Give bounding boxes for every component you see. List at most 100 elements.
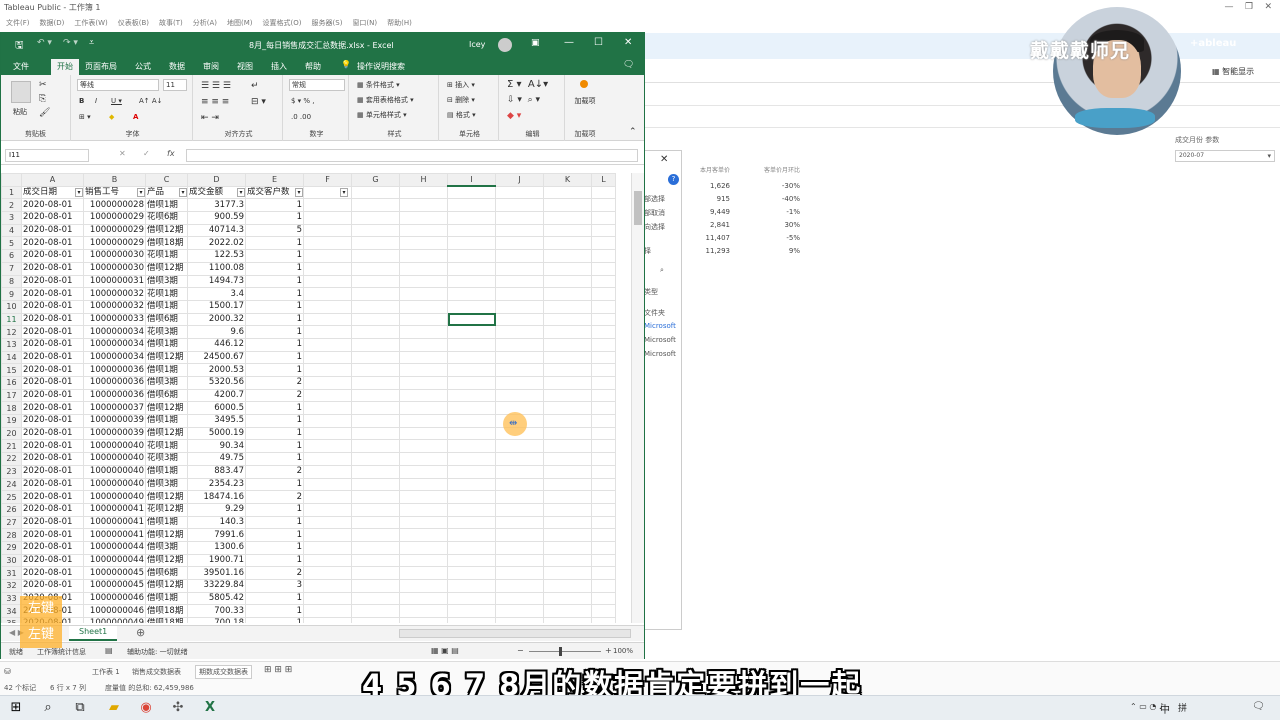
table-cell[interactable]: 2020-08-01	[21, 477, 84, 492]
row-header[interactable]: 20	[1, 426, 22, 441]
table-cell[interactable]: 花呗3期	[145, 452, 188, 466]
table-cell[interactable]: 1000000039	[83, 426, 146, 441]
table-cell[interactable]	[399, 261, 448, 276]
table-cell[interactable]: 1000000032	[83, 287, 146, 301]
notification-icon[interactable]: 🗨	[1252, 701, 1265, 712]
table-cell[interactable]	[351, 376, 400, 390]
table-cell[interactable]	[543, 211, 592, 225]
row-header[interactable]: 35	[1, 617, 22, 623]
table-cell[interactable]: 2020-08-01	[21, 287, 84, 301]
table-cell[interactable]	[351, 452, 400, 466]
table-cell[interactable]: 883.47	[187, 464, 246, 479]
table-cell[interactable]: 花呗1期	[145, 249, 188, 263]
table-cell[interactable]	[447, 540, 496, 555]
table-cell[interactable]: 借呗12期	[145, 490, 188, 504]
table-cell[interactable]	[351, 579, 400, 593]
table-cell[interactable]	[543, 198, 592, 213]
table-cell[interactable]	[495, 312, 544, 327]
table-cell[interactable]	[447, 426, 496, 441]
table-cell[interactable]	[543, 515, 592, 530]
record-macro-icon[interactable]: ▤	[105, 646, 113, 655]
table-cell[interactable]	[495, 502, 544, 517]
table-cell[interactable]: 900.59	[187, 211, 246, 225]
cell-style-button[interactable]: ▦ 单元格样式 ▾	[357, 110, 407, 120]
column-header[interactable]: E	[245, 173, 304, 187]
table-format-button[interactable]: ▦ 套用表格格式 ▾	[357, 95, 414, 105]
dialog-item[interactable]: Microsoft	[644, 322, 680, 330]
table-cell[interactable]: 借呗12期	[145, 350, 188, 365]
table-cell[interactable]	[399, 211, 448, 225]
table-cell[interactable]	[399, 337, 448, 352]
menu-item[interactable]: 故事(T)	[159, 19, 183, 27]
border-icon[interactable]: ⊞ ▾	[79, 113, 91, 121]
table-cell[interactable]	[447, 337, 496, 352]
table-cell[interactable]	[351, 401, 400, 416]
ribbon-tab[interactable]: 页面布局	[85, 61, 117, 72]
table-cell[interactable]	[447, 388, 496, 403]
table-cell[interactable]: 借呗18期	[145, 604, 188, 619]
table-cell[interactable]: 2020-08-01	[21, 325, 84, 339]
table-cell[interactable]: 1000000030	[83, 261, 146, 276]
table-cell[interactable]	[495, 591, 544, 606]
table-cell[interactable]	[543, 337, 592, 352]
table-cell[interactable]: 446.12	[187, 337, 246, 352]
table-cell[interactable]: 2020-08-01	[21, 528, 84, 542]
table-cell[interactable]: 借呗12期	[145, 261, 188, 276]
row-header[interactable]: 19	[1, 414, 22, 428]
table-cell[interactable]	[591, 236, 616, 251]
header-cell[interactable]: 产品 ▾	[145, 185, 188, 200]
table-cell[interactable]: 1900.71	[187, 553, 246, 568]
table-cell[interactable]: 1	[245, 426, 304, 441]
table-cell[interactable]	[447, 401, 496, 416]
table-cell[interactable]	[351, 350, 400, 365]
table-cell[interactable]	[399, 502, 448, 517]
ribbon-tab[interactable]: 公式	[135, 61, 151, 72]
table-cell[interactable]: 5000.19	[187, 426, 246, 441]
table-cell[interactable]	[543, 236, 592, 251]
table-cell[interactable]: 花呗1期	[145, 287, 188, 301]
table-cell[interactable]	[303, 249, 352, 263]
enter-icon[interactable]: ✓	[143, 149, 150, 158]
addin-label[interactable]: 加载项	[573, 97, 597, 106]
ribbon-tab[interactable]: 开始	[51, 59, 79, 75]
table-cell[interactable]	[399, 591, 448, 606]
table-cell[interactable]	[447, 325, 496, 339]
table-cell[interactable]	[351, 515, 400, 530]
table-cell[interactable]: 1	[245, 325, 304, 339]
table-cell[interactable]: 2020-08-01	[21, 502, 84, 517]
table-cell[interactable]	[399, 604, 448, 619]
table-cell[interactable]	[303, 312, 352, 327]
table-cell[interactable]	[399, 249, 448, 263]
tell-me-icon[interactable]: 💡	[341, 60, 351, 69]
table-cell[interactable]	[495, 452, 544, 466]
table-cell[interactable]	[303, 579, 352, 593]
table-cell[interactable]	[351, 363, 400, 377]
menu-item[interactable]: 仪表板(B)	[118, 19, 149, 27]
table-cell[interactable]	[351, 426, 400, 441]
start-icon[interactable]: ⊞	[6, 699, 26, 717]
table-cell[interactable]	[495, 376, 544, 390]
table-cell[interactable]	[543, 464, 592, 479]
row-header[interactable]: 13	[1, 337, 22, 352]
table-cell[interactable]	[495, 198, 544, 213]
table-cell[interactable]: 2	[245, 490, 304, 504]
table-cell[interactable]	[495, 477, 544, 492]
table-cell[interactable]	[303, 325, 352, 339]
table-cell[interactable]	[495, 540, 544, 555]
row-header[interactable]: 15	[1, 363, 22, 377]
table-cell[interactable]: 1300.6	[187, 540, 246, 555]
table-cell[interactable]: 借呗1期	[145, 414, 188, 428]
table-cell[interactable]	[447, 350, 496, 365]
table-cell[interactable]: 1000000032	[83, 299, 146, 314]
table-cell[interactable]: 40714.3	[187, 223, 246, 238]
filter-dropdown-icon[interactable]: ▾	[137, 187, 145, 197]
table-cell[interactable]: 1	[245, 528, 304, 542]
table-cell[interactable]	[303, 287, 352, 301]
maximize-icon[interactable]: ☐	[594, 37, 603, 48]
table-cell[interactable]	[591, 452, 616, 466]
select-all-corner[interactable]	[1, 173, 22, 187]
table-cell[interactable]	[591, 515, 616, 530]
table-cell[interactable]: 2	[245, 566, 304, 580]
table-cell[interactable]	[495, 185, 544, 200]
ribbon-tab[interactable]: 审阅	[203, 61, 219, 72]
